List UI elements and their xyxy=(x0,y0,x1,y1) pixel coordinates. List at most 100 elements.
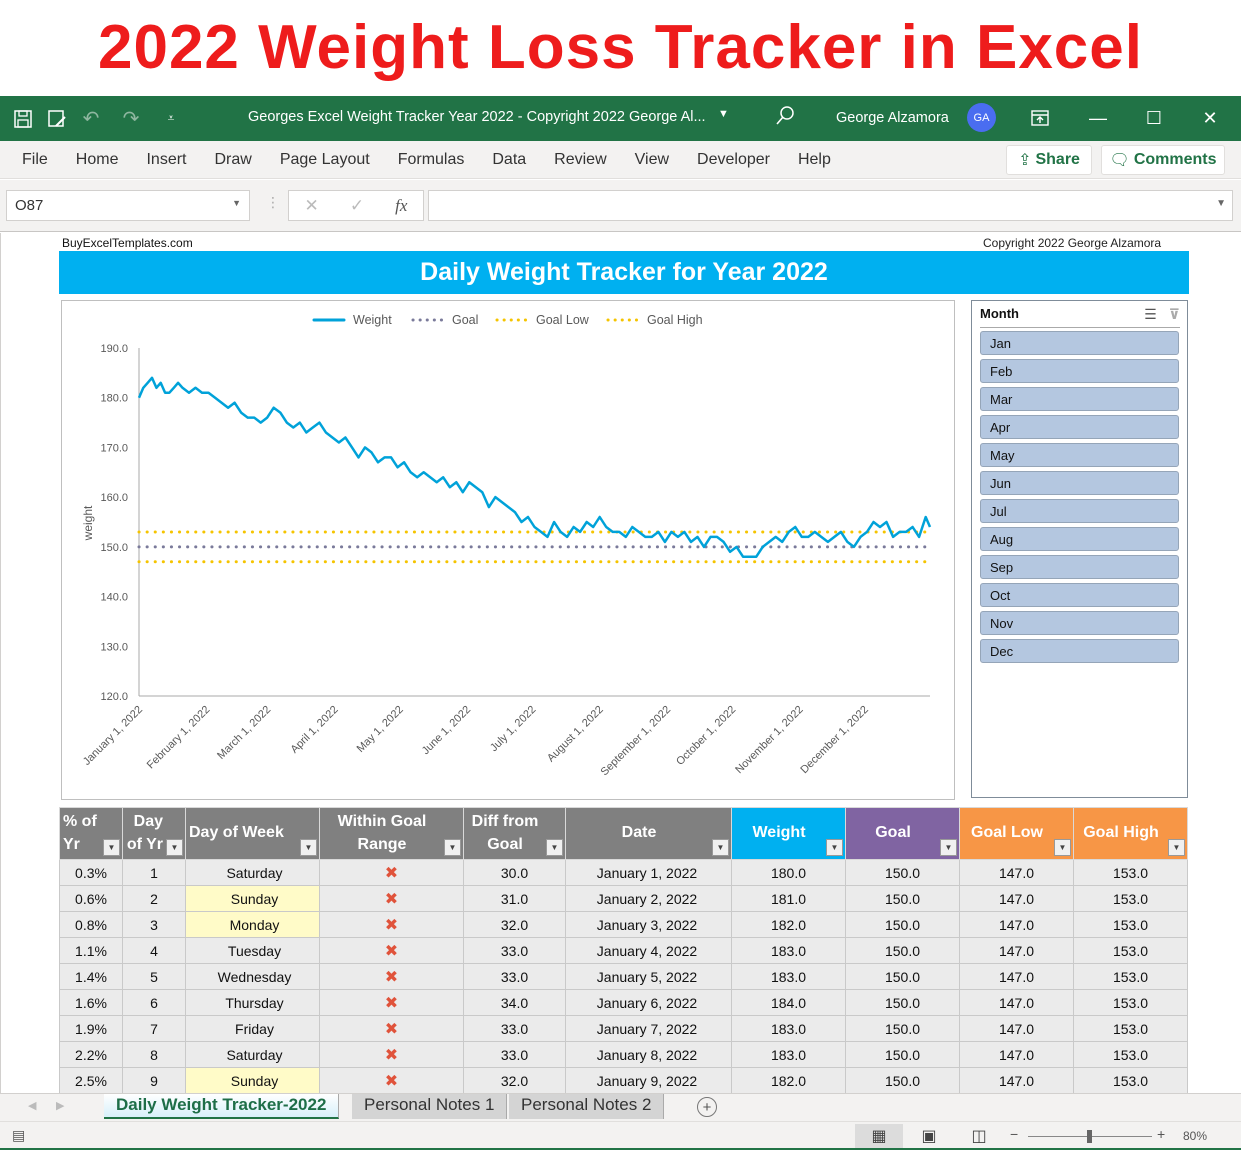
cell-goal[interactable]: 150.0 xyxy=(845,989,960,1016)
column-header-goal-high[interactable]: Goal High ▼ xyxy=(1073,807,1188,860)
table-row[interactable]: 1.9% 7 Friday ✖ 33.0 January 7, 2022 183.0 150.… xyxy=(59,1015,1188,1042)
table-row[interactable]: 0.8% 3 Monday ✖ 32.0 January 3, 2022 182.0 150.… xyxy=(59,911,1188,938)
cell-date[interactable]: January 8, 2022 xyxy=(565,1041,732,1068)
share-button[interactable]: ⇪ Share xyxy=(1006,145,1092,175)
column-header-goal[interactable]: Goal ▼ xyxy=(845,807,960,860)
name-box-dropdown-icon[interactable]: ▼ xyxy=(232,198,241,208)
maximize-button[interactable]: ☐ xyxy=(1139,104,1169,132)
normal-view-button[interactable]: ▦ xyxy=(855,1124,903,1148)
cell-date[interactable]: January 4, 2022 xyxy=(565,937,732,964)
cell-goal[interactable]: 150.0 xyxy=(845,1067,960,1094)
scroll-tabs-right-icon[interactable]: ▶ xyxy=(56,1099,64,1112)
filter-dropdown-icon[interactable]: ▼ xyxy=(712,839,729,856)
autosave-icon[interactable] xyxy=(12,108,34,130)
table-row[interactable]: 2.5% 9 Sunday ✖ 32.0 January 9, 2022 182.0 150.… xyxy=(59,1067,1188,1094)
tab-file[interactable]: File xyxy=(0,151,62,169)
cell-day-of-year[interactable]: 9 xyxy=(122,1067,186,1094)
avatar[interactable]: GA xyxy=(967,103,996,132)
sheet-tab-personal-notes-2[interactable]: Personal Notes 2 xyxy=(509,1094,665,1119)
table-row[interactable]: 1.4% 5 Wednesday ✖ 33.0 January 5, 2022 183.0 1… xyxy=(59,963,1188,990)
cell-pct-of-year[interactable]: 0.3% xyxy=(59,859,123,886)
cell-pct-of-year[interactable]: 1.6% xyxy=(59,989,123,1016)
cell-diff-from-goal[interactable]: 34.0 xyxy=(463,989,566,1016)
zoom-slider-thumb[interactable] xyxy=(1087,1130,1092,1143)
cell-day-of-year[interactable]: 2 xyxy=(122,885,186,912)
minimize-button[interactable]: — xyxy=(1083,104,1113,132)
filter-dropdown-icon[interactable]: ▼ xyxy=(1054,839,1071,856)
cell-day-of-year[interactable]: 5 xyxy=(122,963,186,990)
cell-date[interactable]: January 6, 2022 xyxy=(565,989,732,1016)
cell-weight[interactable]: 181.0 xyxy=(731,885,846,912)
filter-dropdown-icon[interactable]: ▼ xyxy=(444,839,461,856)
cell-day-of-week[interactable]: Sunday xyxy=(185,885,320,912)
cell-day-of-week[interactable]: Wednesday xyxy=(185,963,320,990)
cell-weight[interactable]: 182.0 xyxy=(731,911,846,938)
filter-dropdown-icon[interactable]: ▼ xyxy=(1168,839,1185,856)
cell-day-of-year[interactable]: 1 xyxy=(122,859,186,886)
cell-within-goal-range[interactable]: ✖ xyxy=(319,1041,464,1068)
cell-date[interactable]: January 7, 2022 xyxy=(565,1015,732,1042)
cell-date[interactable]: January 1, 2022 xyxy=(565,859,732,886)
ribbon-display-icon[interactable] xyxy=(1025,104,1055,132)
slicer-item-apr[interactable]: Apr xyxy=(980,415,1179,439)
cell-diff-from-goal[interactable]: 32.0 xyxy=(463,1067,566,1094)
cell-within-goal-range[interactable]: ✖ xyxy=(319,937,464,964)
slicer-item-jun[interactable]: Jun xyxy=(980,471,1179,495)
cell-diff-from-goal[interactable]: 33.0 xyxy=(463,963,566,990)
resize-handle-icon[interactable]: ⋮ xyxy=(266,194,280,211)
cancel-icon[interactable]: ✕ xyxy=(305,196,319,216)
cell-pct-of-year[interactable]: 0.8% xyxy=(59,911,123,938)
cell-pct-of-year[interactable]: 2.5% xyxy=(59,1067,123,1094)
sheet-tab-personal-notes-1[interactable]: Personal Notes 1 xyxy=(352,1094,508,1119)
cell-day-of-year[interactable]: 6 xyxy=(122,989,186,1016)
weight-chart[interactable]: 190.0 180.0 170.0 160.0 150.0 140.0 130.0 120.0… xyxy=(61,300,955,800)
cell-goal-high[interactable]: 153.0 xyxy=(1073,859,1188,886)
tab-developer[interactable]: Developer xyxy=(683,151,784,169)
cell-diff-from-goal[interactable]: 30.0 xyxy=(463,859,566,886)
cell-pct-of-year[interactable]: 1.9% xyxy=(59,1015,123,1042)
worksheet[interactable]: BuyExcelTemplates.com Copyright 2022 Geo… xyxy=(0,233,1241,1094)
tab-help[interactable]: Help xyxy=(784,151,845,169)
slicer-item-jan[interactable]: Jan xyxy=(980,331,1179,355)
cell-goal-low[interactable]: 147.0 xyxy=(959,963,1074,990)
cell-goal-high[interactable]: 153.0 xyxy=(1073,989,1188,1016)
column-header-date[interactable]: Date ▼ xyxy=(565,807,732,860)
expand-formula-icon[interactable]: ▼ xyxy=(1216,198,1226,209)
cell-goal-low[interactable]: 147.0 xyxy=(959,937,1074,964)
tab-insert[interactable]: Insert xyxy=(132,151,200,169)
cell-weight[interactable]: 183.0 xyxy=(731,1041,846,1068)
slicer-item-may[interactable]: May xyxy=(980,443,1179,467)
zoom-slider[interactable] xyxy=(1028,1130,1152,1143)
sheet-tab-daily-weight-tracker-2022[interactable]: Daily Weight Tracker-2022 xyxy=(104,1094,340,1119)
cell-weight[interactable]: 180.0 xyxy=(731,859,846,886)
cell-diff-from-goal[interactable]: 33.0 xyxy=(463,937,566,964)
tab-data[interactable]: Data xyxy=(478,151,540,169)
cell-weight[interactable]: 182.0 xyxy=(731,1067,846,1094)
tab-view[interactable]: View xyxy=(621,151,683,169)
slicer-item-jul[interactable]: Jul xyxy=(980,499,1179,523)
cell-diff-from-goal[interactable]: 33.0 xyxy=(463,1015,566,1042)
accessibility-icon[interactable]: ▤ xyxy=(12,1127,25,1144)
cell-date[interactable]: January 2, 2022 xyxy=(565,885,732,912)
undo-icon[interactable]: ↶ xyxy=(80,108,102,130)
cell-goal-high[interactable]: 153.0 xyxy=(1073,937,1188,964)
cell-within-goal-range[interactable]: ✖ xyxy=(319,885,464,912)
cell-day-of-week[interactable]: Saturday xyxy=(185,859,320,886)
cell-goal-high[interactable]: 153.0 xyxy=(1073,963,1188,990)
slicer-item-nov[interactable]: Nov xyxy=(980,611,1179,635)
cell-within-goal-range[interactable]: ✖ xyxy=(319,1015,464,1042)
cell-goal-high[interactable]: 153.0 xyxy=(1073,1041,1188,1068)
tab-home[interactable]: Home xyxy=(62,151,133,169)
clear-filter-icon[interactable]: ⊽ xyxy=(1169,306,1180,323)
cell-goal-low[interactable]: 147.0 xyxy=(959,1067,1074,1094)
cell-goal-low[interactable]: 147.0 xyxy=(959,1015,1074,1042)
save-as-icon[interactable] xyxy=(46,108,68,130)
cell-goal-low[interactable]: 147.0 xyxy=(959,989,1074,1016)
slicer-item-dec[interactable]: Dec xyxy=(980,639,1179,663)
filter-dropdown-icon[interactable]: ▼ xyxy=(940,839,957,856)
cell-within-goal-range[interactable]: ✖ xyxy=(319,859,464,886)
cell-date[interactable]: January 9, 2022 xyxy=(565,1067,732,1094)
tab-page-layout[interactable]: Page Layout xyxy=(266,151,384,169)
cell-weight[interactable]: 183.0 xyxy=(731,963,846,990)
cell-day-of-week[interactable]: Friday xyxy=(185,1015,320,1042)
